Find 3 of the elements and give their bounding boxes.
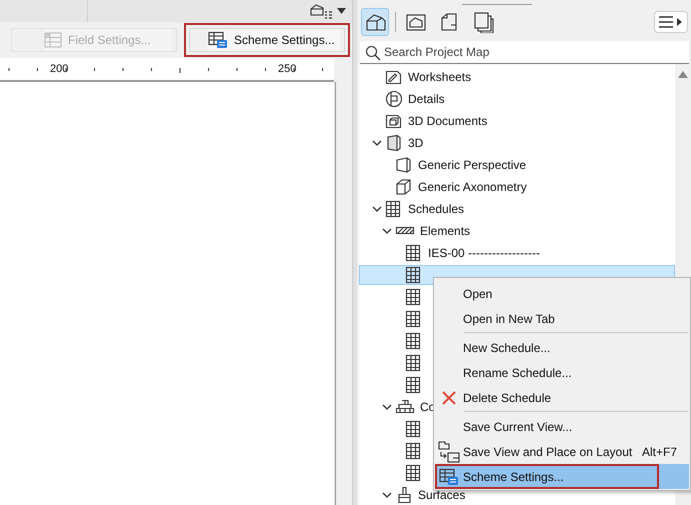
shortcut-label: Alt+F7 xyxy=(642,444,677,458)
ruler-label: 200 xyxy=(50,63,68,75)
ruler-label: 250 xyxy=(278,63,296,75)
